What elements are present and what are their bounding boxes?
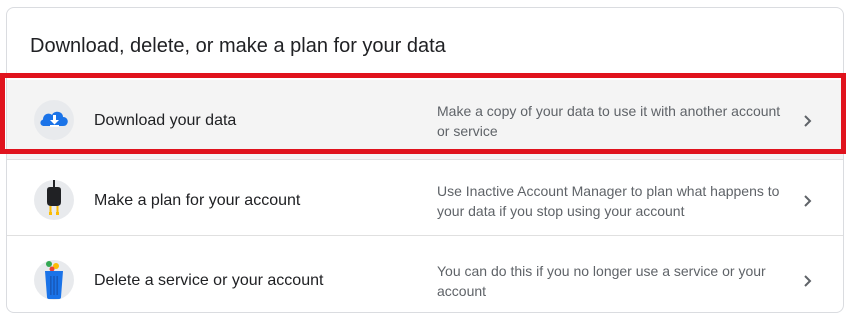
make-a-plan-row[interactable]: Make a plan for your account Use Inactiv… — [7, 159, 843, 239]
delete-service-row[interactable]: Delete a service or your account You can… — [7, 235, 843, 315]
row-label: Download your data — [94, 112, 237, 129]
cloud-download-icon — [34, 100, 74, 140]
row-description: Make a copy of your data to use it with … — [437, 103, 781, 139]
power-plug-icon — [34, 180, 74, 220]
chevron-right-icon — [802, 114, 814, 128]
row-description: Use Inactive Account Manager to plan wha… — [437, 183, 780, 219]
row-label: Make a plan for your account — [94, 192, 301, 209]
chevron-right-icon — [802, 274, 814, 288]
row-description: You can do this if you no longer use a s… — [437, 263, 766, 299]
card-title: Download, delete, or make a plan for you… — [30, 35, 446, 57]
trash-can-icon — [34, 260, 74, 300]
data-options-card: Download, delete, or make a plan for you… — [6, 7, 844, 313]
row-label: Delete a service or your account — [94, 272, 324, 289]
download-your-data-row[interactable]: Download your data Make a copy of your d… — [7, 80, 843, 160]
chevron-right-icon — [802, 194, 814, 208]
